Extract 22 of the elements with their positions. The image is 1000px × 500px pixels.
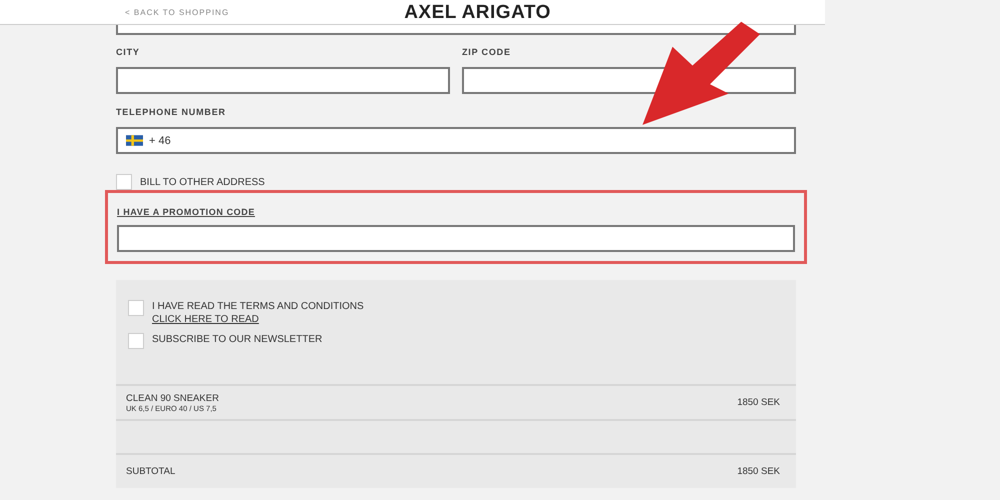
terms-link[interactable]: CLICK HERE TO READ (152, 314, 259, 325)
promotion-code-link[interactable]: I HAVE A PROMOTION CODE (117, 207, 255, 217)
checkbox-label: I HAVE READ THE TERMS AND CONDITIONS (152, 300, 364, 314)
checkbox[interactable] (116, 174, 132, 190)
subtotal-label: SUBTOTAL (126, 466, 176, 477)
checkbox-label: SUBSCRIBE TO OUR NEWSLETTER (152, 333, 322, 347)
field-label: TELEPHONE NUMBER (116, 107, 227, 119)
brand-logo[interactable]: AXEL ARIGATO (404, 2, 551, 24)
checkbox[interactable] (128, 333, 144, 349)
product-price: 1850 SEK (737, 397, 780, 408)
checkbox[interactable] (128, 300, 144, 316)
field-label: ZIP CODE (462, 47, 512, 59)
phone-prefix: + 46 (149, 134, 171, 146)
promotion-code-field[interactable] (117, 225, 795, 252)
flag-icon (126, 135, 143, 146)
field-label: CITY (116, 47, 141, 59)
checkbox-label: BILL TO OTHER ADDRESS (140, 176, 265, 190)
subtotal-price: 1850 SEK (737, 466, 780, 477)
input-field[interactable] (116, 67, 450, 94)
product-name: CLEAN 90 SNEAKER (126, 392, 219, 404)
telephone-field[interactable]: + 46 (116, 127, 796, 154)
back-to-shopping-link[interactable]: < BACK TO SHOPPING (125, 8, 230, 17)
